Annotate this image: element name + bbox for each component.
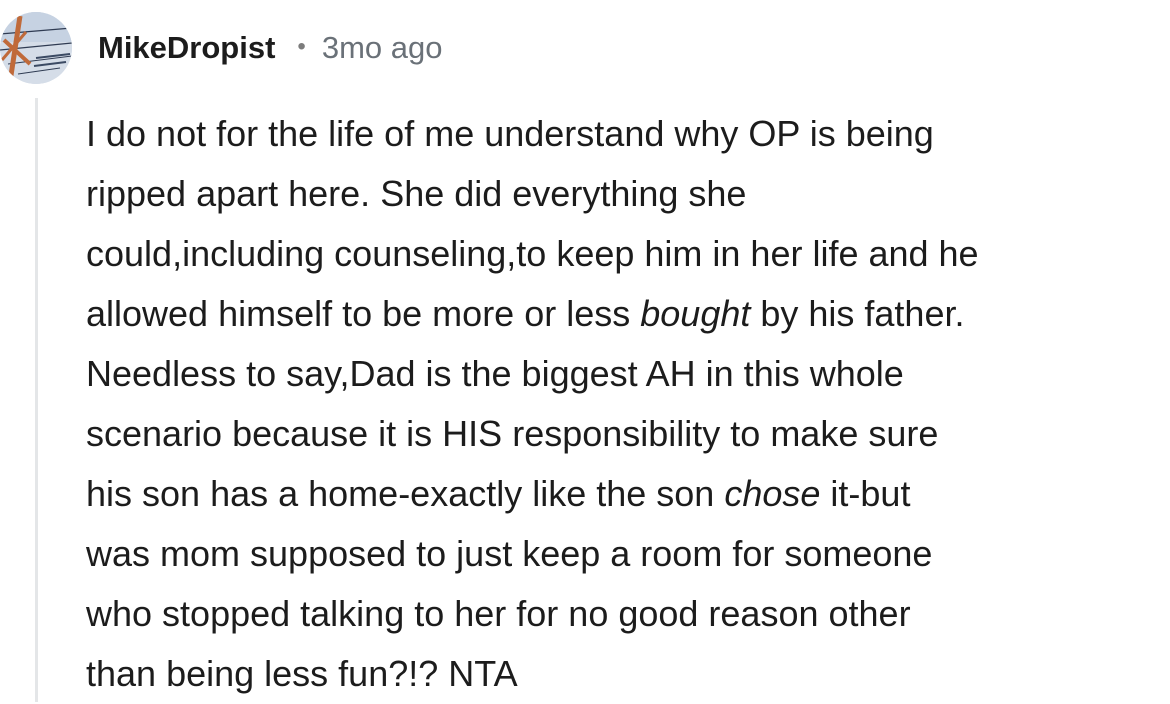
text-run: ripped apart here. She did everything sh… [86,173,747,214]
comment-line: I do not for the life of me understand w… [86,104,1170,164]
text-run: was mom supposed to just keep a room for… [86,533,933,574]
text-run: who stopped talking to her for no good r… [86,593,911,634]
text-run: allowed himself to be more or less [86,293,641,334]
comment-line: ripped apart here. She did everything sh… [86,164,1170,224]
user-avatar[interactable] [0,12,72,84]
username-link[interactable]: MikeDropist [98,30,275,66]
text-run: scenario because it is HIS responsibilit… [86,413,939,454]
comment-line: could,including counseling,to keep him i… [86,224,1170,284]
text-run: by his father. [750,293,965,334]
text-run: I do not for the life of me understand w… [86,113,934,154]
emphasis-text: bought [640,293,751,334]
comment-line: his son has a home-exactly like the son … [86,464,1170,524]
comment-line: Needless to say,Dad is the biggest AH in… [86,344,1170,404]
thread-line[interactable] [35,98,38,702]
text-run: than being less fun?!? NTA [86,653,518,694]
comment-timestamp[interactable]: 3mo ago [322,30,443,66]
emphasis-text: chose [724,473,821,514]
comment-line: was mom supposed to just keep a room for… [86,524,1170,584]
text-run: could,including counseling,to keep him i… [86,233,979,274]
text-run: it-but [820,473,911,514]
text-run: Needless to say,Dad is the biggest AH in… [86,353,904,394]
avatar-image [0,12,72,84]
comment-line: scenario because it is HIS responsibilit… [86,404,1170,464]
comment-line: allowed himself to be more or less bough… [86,284,1170,344]
comment-line: than being less fun?!? NTA [86,644,1170,704]
comment-line: who stopped talking to her for no good r… [86,584,1170,644]
comment-header: MikeDropist • 3mo ago [98,26,442,70]
text-run: his son has a home-exactly like the son [86,473,725,514]
comment: MikeDropist • 3mo ago I do not for the l… [0,0,1170,702]
meta-separator: • [297,33,306,60]
comment-body: I do not for the life of me understand w… [86,104,1170,704]
